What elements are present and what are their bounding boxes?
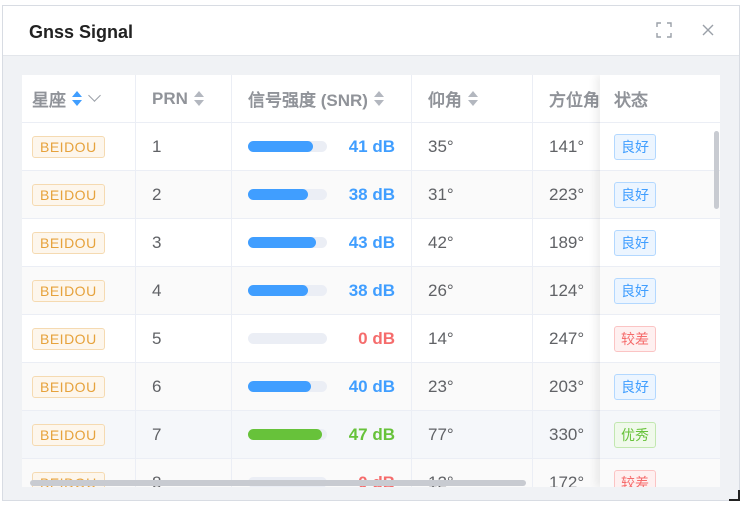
status-cell: 优秀	[600, 411, 720, 459]
constellation-cell: BEIDOU	[22, 219, 136, 266]
status-badge: 良好	[614, 229, 656, 256]
elevation-cell: 35°	[412, 123, 533, 170]
status-cell: 良好	[600, 363, 720, 411]
snr-value: 41 dB	[348, 136, 395, 156]
prn-cell: 4	[136, 267, 232, 314]
status-badge: 较差	[614, 469, 656, 487]
fullscreen-icon[interactable]	[656, 22, 674, 40]
constellation-tag: BEIDOU	[32, 375, 105, 398]
snr-bar	[248, 285, 327, 296]
elevation-cell: 31°	[412, 171, 533, 218]
elevation-cell: 77°	[412, 411, 533, 458]
prn-cell: 2	[136, 171, 232, 218]
snr-cell: 43 dB	[232, 219, 412, 266]
snr-bar	[248, 237, 327, 248]
snr-value: 38 dB	[348, 280, 395, 300]
column-header-status: 状态	[600, 75, 720, 123]
constellation-cell: BEIDOU	[22, 123, 136, 170]
snr-cell: 38 dB	[232, 171, 412, 218]
constellation-cell: BEIDOU	[22, 267, 136, 314]
status-badge: 较差	[614, 325, 656, 352]
status-cell: 良好	[600, 267, 720, 315]
snr-value: 38 dB	[348, 184, 395, 204]
status-cell: 较差	[600, 315, 720, 363]
elevation-cell: 26°	[412, 267, 533, 314]
snr-cell: 47 dB	[232, 411, 412, 458]
snr-value: 0 dB	[358, 328, 395, 348]
snr-bar	[248, 189, 327, 200]
dialog-title: Gnss Signal	[29, 22, 134, 42]
elevation-cell: 14°	[412, 315, 533, 362]
constellation-tag: BEIDOU	[32, 183, 105, 206]
resize-handle[interactable]	[729, 490, 740, 501]
sort-icon[interactable]	[193, 90, 204, 108]
constellation-tag: BEIDOU	[32, 279, 105, 302]
snr-bar-fill	[248, 237, 316, 248]
status-cell: 良好	[600, 171, 720, 219]
prn-cell: 3	[136, 219, 232, 266]
status-badge: 良好	[614, 373, 656, 400]
constellation-tag: BEIDOU	[32, 231, 105, 254]
snr-bar	[248, 381, 327, 392]
status-badge: 良好	[614, 133, 656, 160]
column-header-constellation[interactable]: 星座	[22, 75, 136, 122]
column-header-snr[interactable]: 信号强度 (SNR)	[232, 75, 412, 122]
chevron-down-icon[interactable]	[88, 89, 101, 102]
dialog-header: Gnss Signal	[3, 6, 739, 56]
snr-bar	[248, 141, 327, 152]
snr-cell: 41 dB	[232, 123, 412, 170]
column-header-elevation[interactable]: 仰角	[412, 75, 533, 122]
elevation-cell: 23°	[412, 363, 533, 410]
vertical-scrollbar[interactable]	[714, 131, 719, 209]
status-cell: 较差	[600, 459, 720, 487]
status-cell: 良好	[600, 123, 720, 171]
snr-bar	[248, 429, 327, 440]
gnss-signal-dialog: Gnss Signal 星座 PRN 信号强度 (SNR) 仰角 方位角 BEI…	[2, 5, 740, 501]
snr-bar	[248, 333, 327, 344]
status-cell: 良好	[600, 219, 720, 267]
status-badge: 优秀	[614, 421, 656, 448]
signal-table: 星座 PRN 信号强度 (SNR) 仰角 方位角 BEIDOU 1 41 dB …	[22, 75, 720, 487]
constellation-tag: BEIDOU	[32, 423, 105, 446]
close-icon[interactable]	[700, 22, 718, 40]
snr-bar-fill	[248, 189, 308, 200]
elevation-cell: 42°	[412, 219, 533, 266]
status-badge: 良好	[614, 277, 656, 304]
sort-icon[interactable]	[72, 90, 82, 108]
snr-value: 40 dB	[348, 376, 395, 396]
fixed-status-column: 状态 良好 良好 良好 良好 较差 良好 优秀 较差	[600, 75, 720, 487]
status-badge: 良好	[614, 181, 656, 208]
snr-cell: 38 dB	[232, 267, 412, 314]
prn-cell: 7	[136, 411, 232, 458]
constellation-cell: BEIDOU	[22, 315, 136, 362]
constellation-tag: BEIDOU	[32, 327, 105, 350]
constellation-cell: BEIDOU	[22, 363, 136, 410]
prn-cell: 1	[136, 123, 232, 170]
snr-bar-fill	[248, 285, 308, 296]
prn-cell: 5	[136, 315, 232, 362]
constellation-cell: BEIDOU	[22, 171, 136, 218]
snr-value: 43 dB	[348, 232, 395, 252]
prn-cell: 6	[136, 363, 232, 410]
snr-cell: 0 dB	[232, 315, 412, 362]
sort-icon[interactable]	[468, 90, 478, 108]
constellation-cell: BEIDOU	[22, 411, 136, 458]
sort-icon[interactable]	[373, 90, 384, 108]
snr-bar-fill	[248, 429, 322, 440]
horizontal-scrollbar[interactable]	[30, 480, 526, 486]
snr-bar-fill	[248, 381, 311, 392]
snr-cell: 40 dB	[232, 363, 412, 410]
constellation-tag: BEIDOU	[32, 135, 105, 158]
snr-bar-fill	[248, 141, 313, 152]
column-header-prn[interactable]: PRN	[136, 75, 232, 122]
snr-value: 47 dB	[348, 424, 395, 444]
